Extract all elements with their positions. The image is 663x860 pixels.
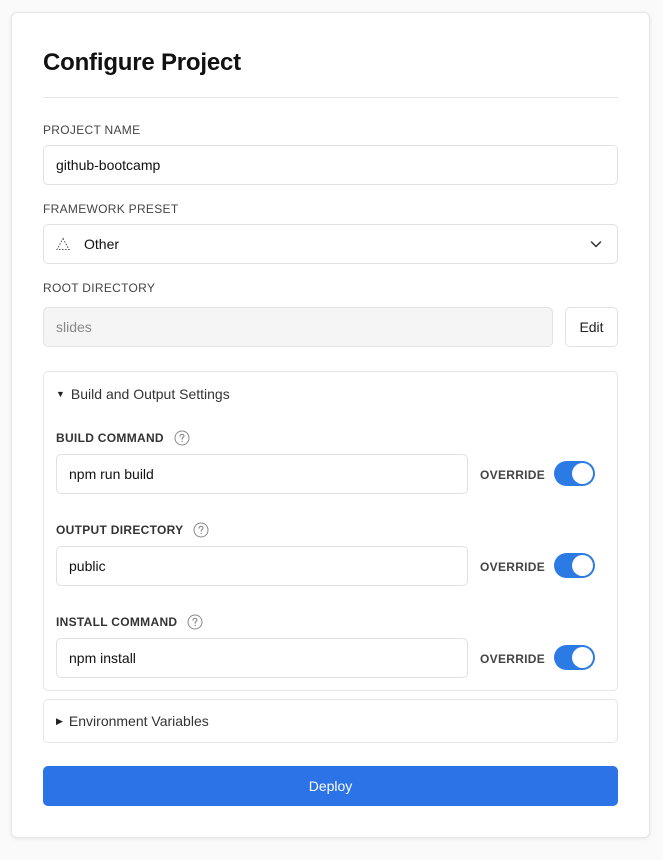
install-command-label: INSTALL COMMAND [56, 614, 203, 630]
page-title: Configure Project [43, 49, 241, 76]
caret-right-icon: ▶ [56, 715, 63, 726]
build-command-label: BUILD COMMAND [56, 430, 190, 446]
project-name-label: PROJECT NAME [43, 123, 141, 137]
install-command-value: npm install [69, 650, 136, 666]
framework-preset-value: Other [84, 236, 120, 252]
environment-variables-header: Environment Variables [68, 713, 209, 729]
install-command-label-text: INSTALL COMMAND [56, 615, 178, 629]
root-directory-value: slides [56, 319, 92, 335]
help-icon[interactable] [174, 430, 190, 446]
framework-preset-select[interactable]: Other [43, 224, 618, 264]
edit-root-directory-button[interactable]: Edit [565, 307, 618, 347]
help-icon[interactable] [187, 614, 203, 630]
title-divider [43, 97, 618, 98]
build-command-override-label: OVERRIDE [480, 468, 546, 482]
root-directory-label: ROOT DIRECTORY [43, 281, 156, 295]
output-directory-label-text: OUTPUT DIRECTORY [56, 523, 184, 537]
build-output-settings-panel: ▼ Build and Output Settings BUILD COMMAN… [43, 371, 618, 691]
environment-variables-toggle[interactable]: ▶ Environment Variables [56, 713, 209, 729]
toggle-knob [572, 647, 593, 668]
install-command-override-toggle[interactable] [554, 645, 595, 670]
root-directory-input: slides [43, 307, 553, 347]
deploy-button[interactable]: Deploy [43, 766, 618, 806]
help-icon[interactable] [193, 522, 209, 538]
output-directory-override-toggle[interactable] [554, 553, 595, 578]
build-output-settings-header: Build and Output Settings [70, 386, 230, 402]
output-directory-label: OUTPUT DIRECTORY [56, 522, 209, 538]
build-command-input[interactable]: npm run build [56, 454, 468, 494]
framework-preset-label: FRAMEWORK PRESET [43, 202, 179, 216]
project-name-input[interactable]: github-bootcamp [43, 145, 618, 185]
output-directory-value: public [69, 558, 106, 574]
build-output-settings-toggle[interactable]: ▼ Build and Output Settings [56, 386, 230, 402]
output-directory-input[interactable]: public [56, 546, 468, 586]
environment-variables-panel[interactable]: ▶ Environment Variables [43, 699, 618, 743]
build-command-label-text: BUILD COMMAND [56, 431, 164, 445]
caret-down-icon: ▼ [56, 389, 65, 399]
configure-project-card: Configure Project PROJECT NAME github-bo… [11, 12, 650, 838]
install-command-input[interactable]: npm install [56, 638, 468, 678]
toggle-knob [572, 555, 593, 576]
output-directory-override-label: OVERRIDE [480, 560, 546, 574]
triangle-icon [56, 237, 70, 250]
install-command-override-label: OVERRIDE [480, 652, 546, 666]
project-name-value: github-bootcamp [56, 157, 161, 173]
chevron-down-icon [590, 241, 602, 248]
build-command-override-toggle[interactable] [554, 461, 595, 486]
build-command-value: npm run build [69, 466, 154, 482]
toggle-knob [572, 463, 593, 484]
